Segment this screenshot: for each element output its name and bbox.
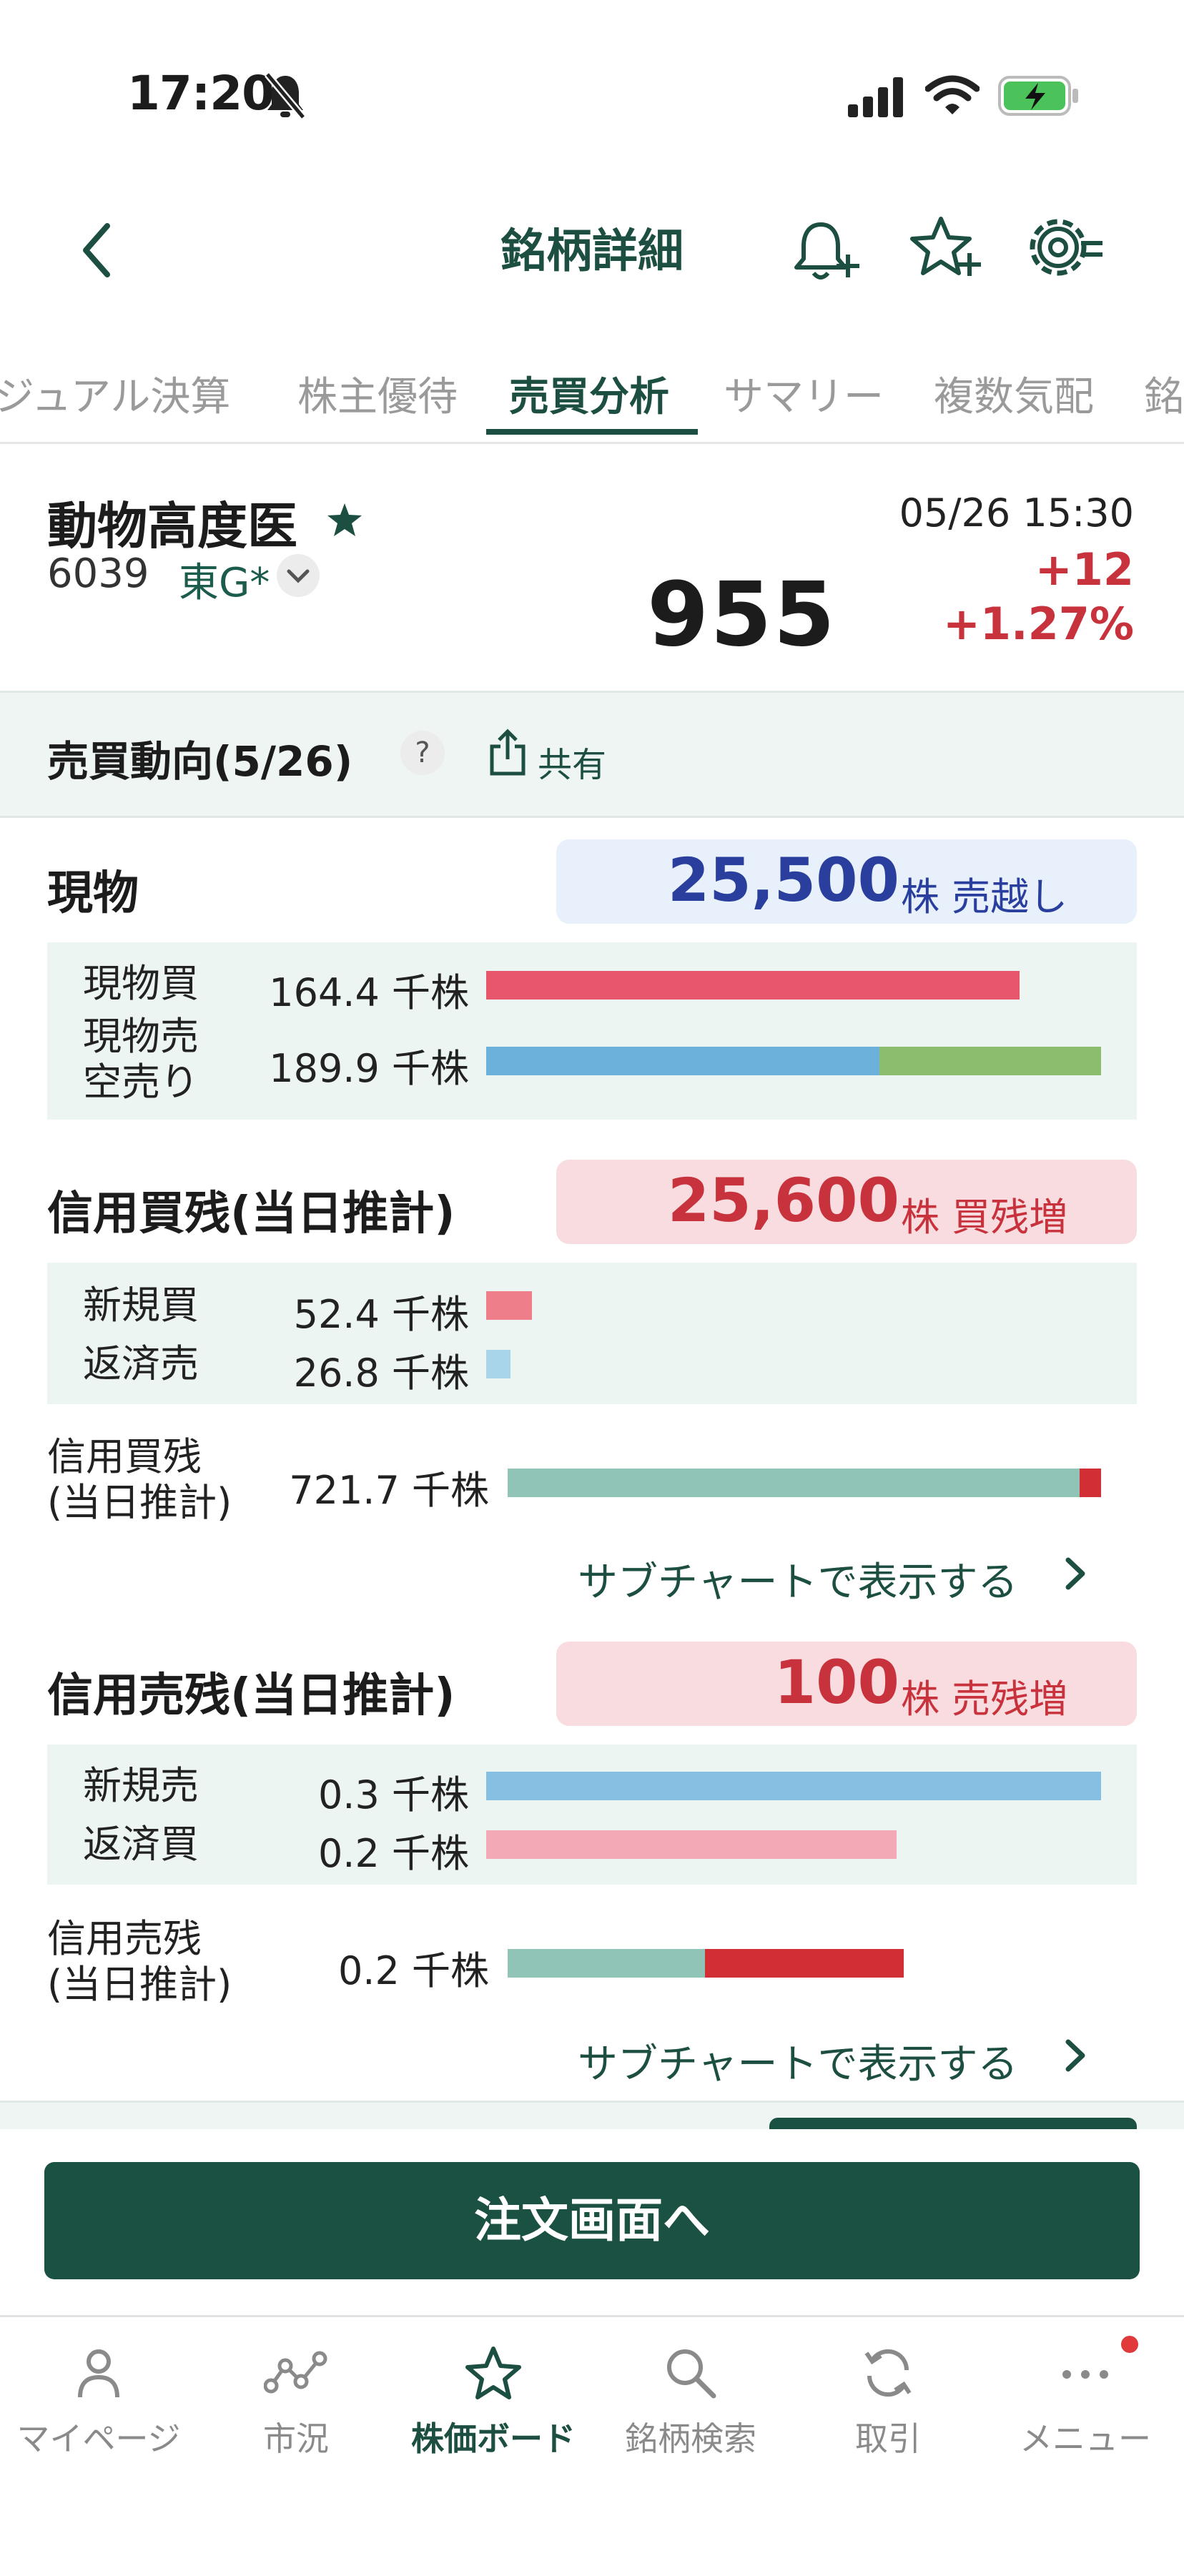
genbutsu-unit: 株 売越し — [901, 874, 1068, 919]
margin-sell-unit: 株 売残増 — [901, 1677, 1068, 1722]
genbutsu-total: 25,500 — [667, 845, 899, 915]
chevron-right-icon[interactable] — [1062, 2038, 1088, 2073]
share-icon[interactable] — [486, 728, 529, 778]
person-icon — [78, 2349, 119, 2398]
nav-trade[interactable]: 取引 — [789, 2344, 987, 2460]
tab-trading-analysis[interactable]: 売買分析 — [509, 365, 669, 423]
margin-buy-total: 25,600 — [667, 1165, 899, 1235]
refresh-icon — [864, 2349, 912, 2397]
market-selector[interactable]: 東G* — [179, 551, 270, 608]
margin-sell-increase-bar — [705, 1949, 904, 1978]
tab-multi-quote[interactable]: 複数気配 — [934, 365, 1094, 423]
price-change-percent: +1.27% — [942, 598, 1134, 650]
tab-summary[interactable]: サマリー — [724, 365, 884, 423]
gear-settings-icon[interactable] — [1024, 210, 1105, 285]
nav-market-label: 市況 — [263, 2419, 329, 2458]
margin-sell-balance-bar — [508, 1949, 705, 1978]
tab-more[interactable]: 銘柄 — [1144, 365, 1184, 423]
margin-new-sell-bar — [486, 1772, 1101, 1800]
bottom-nav: マイページ 市況 株価ボード 銘柄検索 取引 メニュー — [0, 2315, 1184, 2576]
chevron-right-icon[interactable] — [1062, 1556, 1088, 1592]
genbutsu-title: 現物 — [47, 867, 139, 920]
chevron-down-icon[interactable] — [276, 553, 320, 598]
tab-bar: ビジュアル決算 株主優待 売買分析 サマリー 複数気配 銘柄 — [0, 357, 1184, 444]
margin-sell-total: 100 — [774, 1647, 899, 1717]
margin-buy-balance-value: 721.7 千株 — [289, 1468, 489, 1513]
genbutsu-buy-value: 164.4 千株 — [269, 970, 469, 1015]
margin-repay-buy-value: 0.2 千株 — [317, 1831, 469, 1876]
bell-muted-icon — [265, 71, 306, 120]
search-icon — [667, 2349, 716, 2399]
stock-code: 6039 — [47, 551, 149, 597]
section-title: 売買動向(5/26) — [47, 737, 353, 786]
quote-datetime: 05/26 15:30 — [899, 490, 1134, 536]
margin-repay-sell-value: 26.8 千株 — [293, 1351, 469, 1396]
nav-menu-label: メニュー — [1020, 2419, 1151, 2458]
stock-name: 動物高度医 — [47, 497, 297, 556]
status-time: 17:20 — [127, 66, 275, 121]
margin-new-sell-value: 0.3 千株 — [317, 1772, 469, 1817]
stock-price: 955 — [647, 563, 837, 666]
margin-sell-total-pill: 100 株 売残増 — [556, 1642, 1137, 1726]
nav-trade-label: 取引 — [855, 2419, 921, 2458]
nav-stock-board[interactable]: 株価ボード — [395, 2344, 592, 2460]
more-icon — [1062, 2370, 1108, 2379]
margin-buy-unit: 株 買残増 — [901, 1195, 1068, 1240]
order-button[interactable]: 注文画面へ — [44, 2162, 1140, 2279]
genbutsu-sell-value: 189.9 千株 — [269, 1046, 469, 1091]
notification-dot — [1121, 2336, 1138, 2353]
margin-repay-buy-bar — [486, 1830, 897, 1859]
margin-new-buy-value: 52.4 千株 — [293, 1292, 469, 1337]
margin-buy-total-pill: 25,600 株 買残増 — [556, 1160, 1137, 1244]
genbutsu-sell-bar — [486, 1047, 879, 1075]
next-section-tab — [769, 2118, 1137, 2129]
tab-active-indicator — [486, 429, 698, 435]
star-plus-icon[interactable] — [908, 213, 982, 285]
page-title: 銘柄詳細 — [500, 225, 684, 278]
genbutsu-total-pill: 25,500 株 売越し — [556, 839, 1137, 924]
price-change: +12 — [1035, 543, 1134, 596]
signal-icon — [848, 77, 903, 117]
nav-search[interactable]: 銘柄検索 — [592, 2344, 789, 2460]
wifi-icon — [925, 75, 980, 114]
star-icon — [465, 2346, 521, 2399]
nav-mypage[interactable]: マイページ — [0, 2344, 197, 2460]
margin-sell-title: 信用売残(当日推計) — [47, 1669, 455, 1722]
margin-sell-balance-value: 0.2 千株 — [337, 1948, 489, 1993]
nav-mypage-label: マイページ — [16, 2419, 181, 2458]
bell-plus-icon[interactable] — [791, 214, 862, 286]
help-button[interactable]: ? — [400, 731, 445, 775]
favorite-star-icon[interactable] — [326, 502, 363, 538]
margin-buy-title: 信用買残(当日推計) — [47, 1188, 455, 1240]
market-icon — [263, 2351, 327, 2394]
share-button[interactable]: 共有 — [538, 736, 606, 786]
genbutsu-short-bar — [879, 1047, 1101, 1075]
tab-shareholder-benefits[interactable]: 株主優待 — [297, 365, 458, 423]
tab-visual-results[interactable]: ビジュアル決算 — [0, 365, 230, 423]
genbutsu-buy-bar — [486, 971, 1020, 1000]
margin-new-buy-bar — [486, 1291, 532, 1320]
margin-buy-increase-bar — [1080, 1469, 1101, 1497]
nav-menu[interactable]: メニュー — [987, 2344, 1184, 2460]
margin-buy-subchart-link[interactable]: サブチャートで表示する — [578, 1550, 1017, 1608]
nav-search-label: 銘柄検索 — [625, 2419, 756, 2458]
nav-stock-board-label: 株価ボード — [411, 2419, 576, 2458]
margin-repay-sell-bar — [486, 1350, 510, 1378]
nav-market[interactable]: 市況 — [197, 2344, 395, 2460]
margin-buy-balance-bar — [508, 1469, 1080, 1497]
margin-sell-subchart-link[interactable]: サブチャートで表示する — [578, 2032, 1017, 2090]
battery-charging-icon — [998, 76, 1078, 116]
